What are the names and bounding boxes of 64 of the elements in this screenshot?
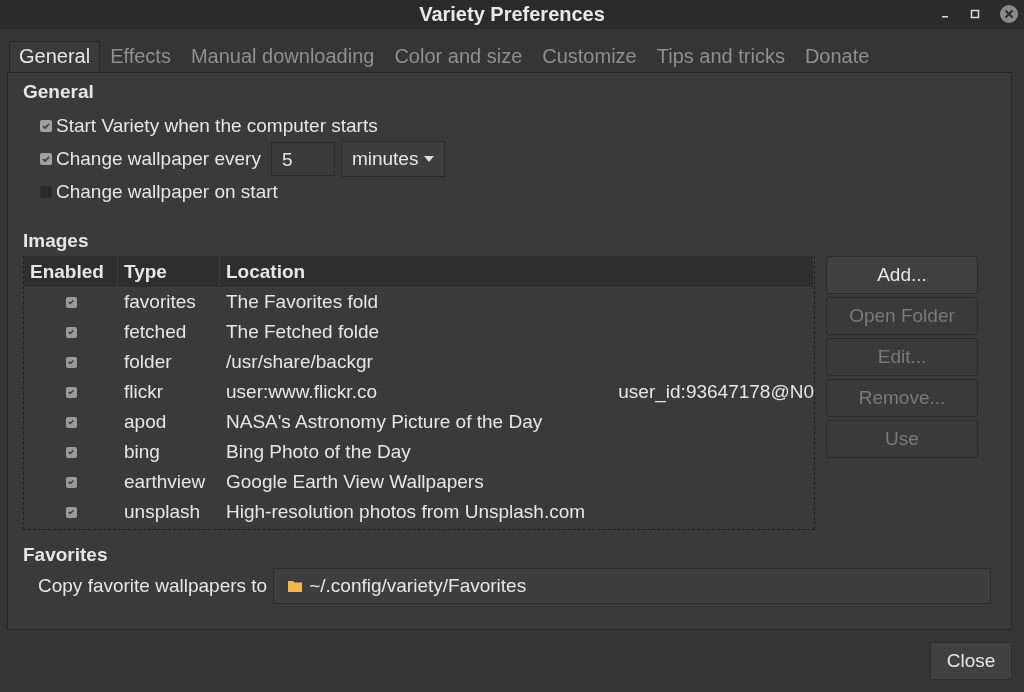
unit-dropdown[interactable]: minutes [340, 140, 446, 177]
checkbox[interactable] [65, 416, 77, 428]
checkbox[interactable] [65, 446, 77, 458]
section-heading: Images [23, 230, 90, 252]
checkmark-icon [67, 448, 75, 456]
tab[interactable]: Color and size [384, 41, 533, 72]
table-cell: Bing Photo of the Day [226, 441, 411, 463]
checkmark-icon [67, 418, 75, 426]
checkbox[interactable] [40, 119, 52, 132]
folder-chooser[interactable]: ~/.config/variety/Favorites [273, 568, 991, 604]
checkmark-icon [41, 153, 51, 164]
checkmark-icon [67, 298, 75, 306]
option-label: Change wallpaper every [56, 147, 261, 170]
option-label: Change wallpaper on start [56, 180, 278, 203]
table-cell-text: earthview [123, 471, 207, 493]
maximize-icon[interactable] [970, 9, 980, 19]
table-cell: The Fetched folde [226, 321, 380, 343]
table-cell: NASA's Astronomy Picture of the Day [226, 411, 543, 433]
table-cell: user_id:93647178@N0 [618, 381, 814, 403]
table-cell: user:www.flickr.co [226, 381, 377, 403]
tab[interactable]: Effects [100, 41, 181, 72]
checkbox[interactable] [65, 356, 77, 368]
close-icon[interactable] [1000, 5, 1018, 23]
option-label: Start Variety when the computer starts [56, 114, 378, 137]
table-cell: High-resolution photos from Unsplash.com [226, 501, 586, 523]
table-cell-text: unsplash [123, 501, 202, 523]
table-cell-text: apod [123, 411, 168, 433]
tab[interactable]: Customize [532, 41, 647, 72]
tab[interactable]: Tips and tricks [646, 41, 795, 72]
table-cell-text: favorites [123, 291, 197, 313]
column-header[interactable]: Location [220, 256, 814, 287]
checkbox[interactable] [65, 476, 77, 488]
checkmark-icon [67, 358, 75, 366]
table-cell-text: folder [123, 351, 173, 373]
table-cell: Google Earth View Wallpapers [226, 471, 484, 493]
table-cell-text: fetched [123, 321, 188, 343]
tab[interactable]: Donate [794, 41, 880, 72]
section-heading: Favorites [23, 544, 109, 566]
caret-icon [424, 155, 435, 162]
side-button[interactable]: Add... [826, 256, 978, 294]
checkmark-icon [67, 478, 75, 486]
table-cell-text: flickr [123, 381, 165, 403]
checkmark-icon [67, 388, 75, 396]
checkmark-icon [41, 120, 51, 131]
field-label: Copy favorite wallpapers to [38, 575, 268, 597]
checkbox[interactable] [40, 152, 52, 165]
checkbox[interactable] [65, 386, 77, 398]
column-header[interactable]: Type [118, 256, 220, 287]
close-button[interactable]: Close [930, 642, 1012, 680]
window-title: Variety Preferences [419, 3, 605, 26]
tab[interactable]: General [9, 41, 101, 72]
table-cell-text: bing [123, 441, 161, 463]
column-header[interactable]: Enabled [24, 256, 118, 287]
checkbox[interactable] [65, 326, 77, 338]
table-cell: /usr/share/backgr [226, 351, 373, 373]
section-heading: General [23, 81, 95, 103]
folder-icon [288, 580, 303, 592]
interval-field[interactable]: 5 [270, 141, 335, 176]
checkmark-icon [67, 508, 75, 516]
tab[interactable]: Manual downloading [180, 41, 385, 72]
checkmark-icon [67, 328, 75, 336]
checkbox[interactable] [65, 296, 77, 308]
checkbox[interactable] [65, 506, 77, 518]
table-cell: The Favorites fold [226, 291, 379, 313]
